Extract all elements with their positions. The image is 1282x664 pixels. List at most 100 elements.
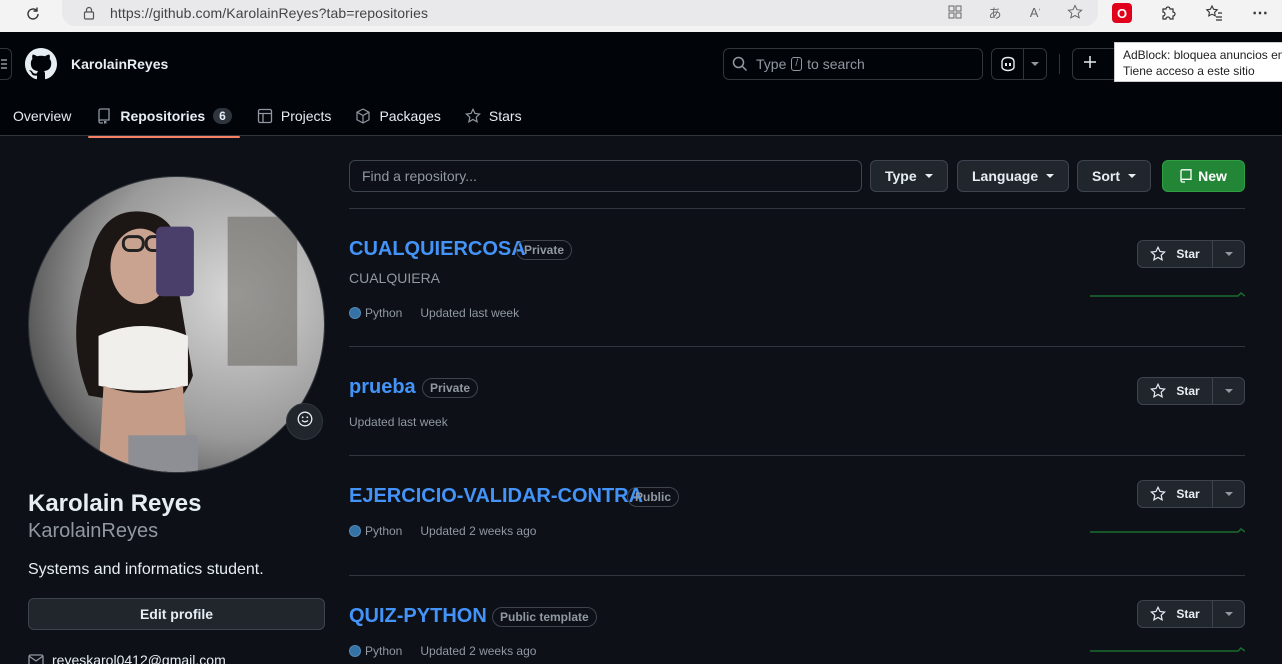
- star-label: Star: [1176, 247, 1200, 261]
- copilot-icon[interactable]: [992, 49, 1025, 79]
- search-prefix: Type: [756, 56, 787, 72]
- tab-packages-label: Packages: [379, 108, 441, 124]
- tab-packages[interactable]: Packages: [355, 96, 441, 136]
- repo-language: Python: [365, 644, 403, 658]
- repositories-count-badge: 6: [213, 108, 232, 124]
- repo-meta: Python Updated 2 weeks ago: [349, 524, 536, 538]
- lock-icon[interactable]: [80, 4, 98, 22]
- tab-overview[interactable]: Overview: [0, 96, 71, 136]
- adblock-extension-icon[interactable]: O: [1112, 3, 1132, 23]
- reload-icon[interactable]: [22, 3, 44, 25]
- new-repository-button[interactable]: New: [1162, 160, 1245, 192]
- more-menu-icon[interactable]: ⋯: [1250, 3, 1270, 23]
- star-action[interactable]: Star: [1138, 241, 1213, 267]
- tab-repositories[interactable]: Repositories 6: [88, 96, 240, 138]
- star-list-dropdown[interactable]: [1213, 252, 1244, 256]
- translate-icon[interactable]: あ: [986, 3, 1004, 21]
- star-label: Star: [1176, 487, 1200, 501]
- profile-bio: Systems and informatics student.: [28, 561, 264, 578]
- new-repository-label: New: [1198, 168, 1227, 184]
- repo-updated: Updated 2 weeks ago: [420, 644, 537, 658]
- find-repository-input[interactable]: [349, 160, 862, 192]
- star-button[interactable]: Star: [1137, 240, 1245, 268]
- type-filter-button[interactable]: Type: [870, 160, 948, 192]
- repo-updated: Updated 2 weeks ago: [420, 524, 537, 538]
- tab-stars[interactable]: Stars: [464, 96, 522, 136]
- favorite-star-icon[interactable]: [1066, 3, 1084, 21]
- repo-link[interactable]: EJERCICIO-VALIDAR-CONTRA: [349, 485, 643, 508]
- url-text[interactable]: https://github.com/KarolainReyes?tab=rep…: [110, 5, 428, 21]
- tab-stars-label: Stars: [488, 108, 522, 124]
- copilot-dropdown-caret[interactable]: [1024, 62, 1046, 66]
- star-action[interactable]: Star: [1138, 481, 1213, 507]
- star-icon: [1150, 606, 1167, 622]
- search-icon: [732, 56, 748, 72]
- divider: [349, 455, 1245, 456]
- sort-filter-label: Sort: [1092, 168, 1120, 184]
- browser-toolbar: https://github.com/KarolainReyes?tab=rep…: [0, 0, 1282, 32]
- app-available-icon[interactable]: [946, 3, 964, 21]
- repo-link[interactable]: prueba: [349, 376, 416, 399]
- divider: [349, 346, 1245, 347]
- repo-meta: Python Updated 2 weeks ago: [349, 644, 536, 658]
- star-button[interactable]: Star: [1137, 377, 1245, 405]
- favorites-list-icon[interactable]: [1204, 3, 1224, 23]
- repo-link[interactable]: QUIZ-PYTHON: [349, 605, 487, 628]
- chevron-down-icon: [1224, 612, 1233, 616]
- adblock-tooltip-line1: AdBlock: bloquea anuncios en: [1123, 48, 1282, 62]
- star-action[interactable]: Star: [1138, 601, 1213, 627]
- repo-meta: Python Updated last week: [349, 306, 519, 320]
- star-list-dropdown[interactable]: [1213, 492, 1244, 496]
- visibility-badge: Public template: [492, 607, 597, 627]
- tab-projects[interactable]: Projects: [257, 96, 331, 136]
- star-button[interactable]: Star: [1137, 600, 1245, 628]
- hamburger-menu-button[interactable]: [0, 48, 12, 80]
- tab-overview-label: Overview: [13, 108, 72, 124]
- star-list-dropdown[interactable]: [1213, 389, 1244, 393]
- profile-tabs: Overview Repositories 6 Projects Package…: [0, 96, 522, 138]
- header-username[interactable]: KarolainReyes: [71, 56, 168, 72]
- sort-filter-button[interactable]: Sort: [1077, 160, 1151, 192]
- tab-repositories-label: Repositories: [120, 108, 206, 124]
- type-filter-label: Type: [885, 168, 917, 184]
- star-action[interactable]: Star: [1138, 378, 1213, 404]
- chevron-down-icon: [924, 174, 933, 178]
- extensions-puzzle-icon[interactable]: [1158, 3, 1178, 23]
- copilot-button[interactable]: [991, 48, 1047, 80]
- star-icon: [1150, 486, 1167, 502]
- star-button[interactable]: Star: [1137, 480, 1245, 508]
- chevron-down-icon: [1046, 174, 1055, 178]
- profile-full-name: Karolain Reyes: [28, 490, 202, 517]
- edit-profile-button[interactable]: Edit profile: [28, 598, 325, 630]
- star-label: Star: [1176, 607, 1200, 621]
- activity-sparkline: [1090, 647, 1245, 652]
- repo-updated: Updated last week: [349, 415, 448, 429]
- chevron-down-icon: [1224, 389, 1233, 393]
- star-list-dropdown[interactable]: [1213, 612, 1244, 616]
- github-logo-icon[interactable]: [25, 48, 57, 80]
- repo-link[interactable]: CUALQUIERCOSA: [349, 238, 526, 261]
- language-color-dot: [349, 645, 361, 657]
- global-search-input[interactable]: Type / to search: [723, 48, 983, 80]
- repo-language: Python: [365, 306, 403, 320]
- repo-language: Python: [365, 524, 403, 538]
- avatar-photo: [29, 177, 324, 472]
- plus-icon: [1083, 55, 1097, 74]
- repo-updated: Updated last week: [420, 306, 520, 320]
- address-bar[interactable]: https://github.com/KarolainReyes?tab=rep…: [62, 0, 1098, 26]
- repo-icon: [96, 108, 112, 124]
- book-open-icon: [0, 108, 12, 124]
- adblock-tooltip-line2: Tiene acceso a este sitio: [1123, 64, 1255, 78]
- profile-email[interactable]: reyeskarol0412@gmail.com: [28, 652, 226, 664]
- language-filter-button[interactable]: Language: [957, 160, 1070, 192]
- activity-sparkline: [1090, 292, 1245, 297]
- smiley-icon: [297, 411, 313, 432]
- star-icon: [464, 108, 481, 124]
- adblock-tooltip: AdBlock: bloquea anuncios en Tiene acces…: [1114, 42, 1282, 82]
- profile-avatar[interactable]: [28, 176, 325, 473]
- star-label: Star: [1176, 384, 1200, 398]
- set-status-button[interactable]: [286, 403, 323, 440]
- read-aloud-icon[interactable]: Aʼ: [1026, 3, 1044, 21]
- profile-email-text[interactable]: reyeskarol0412@gmail.com: [52, 652, 226, 664]
- language-filter-label: Language: [972, 168, 1039, 184]
